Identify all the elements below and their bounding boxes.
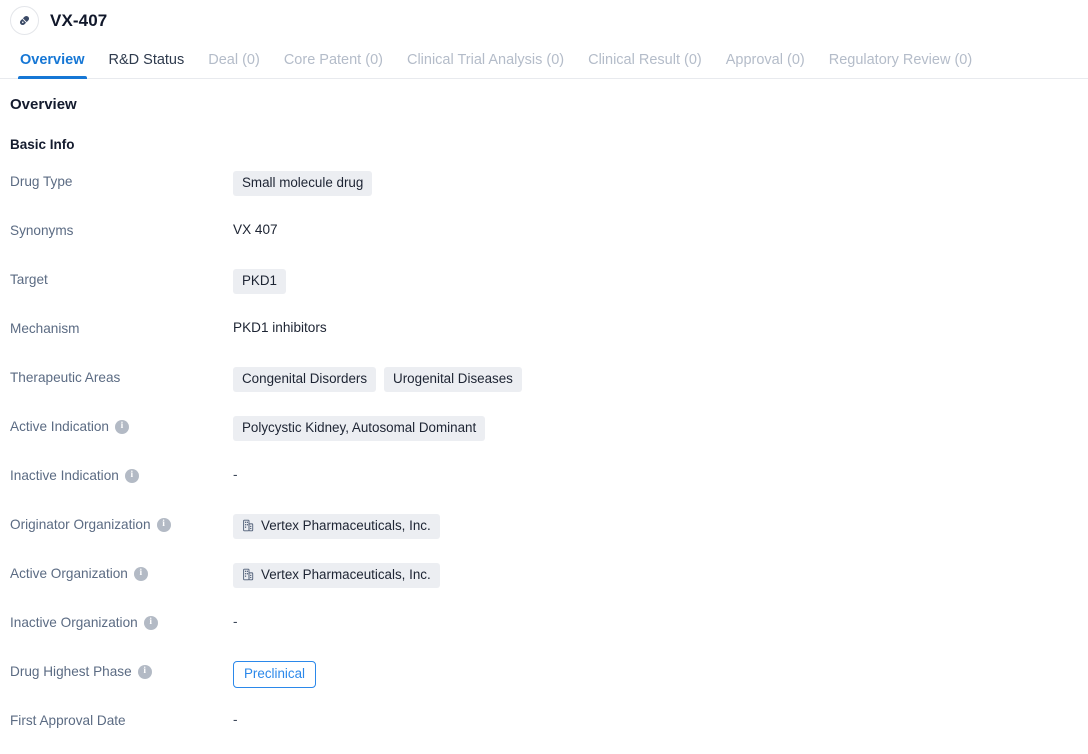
tab-core-patent[interactable]: Core Patent (0) [272,41,395,78]
field-label-therapeutic-areas: Therapeutic Areas [10,367,233,387]
field-row-drug-highest-phase: Drug Highest Phase i Preclinical [10,660,1088,710]
field-label-text-drug-highest-phase: Drug Highest Phase [10,663,132,679]
field-label-drug-type: Drug Type [10,171,233,191]
empty-value: - [233,466,238,482]
field-row-first-approval-date: First Approval Date - [10,710,1088,754]
field-label-inactive-organization: Inactive Organization i [10,612,233,632]
field-row-target: Target PKD1 [10,268,1088,318]
tag-chip[interactable]: Congenital Disorders [233,366,377,392]
field-label-text-active-organization: Active Organization [10,565,128,581]
tab-overview[interactable]: Overview [8,41,97,79]
field-value-drug-type: Small molecule drug [233,170,373,196]
field-value-inactive-indication: - [233,465,238,485]
field-label-text-originator-organization: Originator Organization [10,516,151,532]
field-label-text-active-indication: Active Indication [10,418,109,434]
field-value-first-approval-date: - [233,710,238,730]
field-value-mechanism: PKD1 inhibitors [233,318,327,338]
field-label-text-inactive-organization: Inactive Organization [10,614,138,630]
field-label-first-approval-date: First Approval Date [10,710,233,730]
field-label-text-drug-type: Drug Type [10,173,73,189]
field-text-value: PKD1 inhibitors [233,320,327,335]
field-row-active-organization: Active Organization i Vertex Pharmaceutica… [10,562,1088,612]
field-label-text-therapeutic-areas: Therapeutic Areas [10,369,121,385]
page-header: VX-407 [0,0,1088,41]
field-row-active-indication: Active Indication i Polycystic Kidney, Aut… [10,415,1088,465]
organization-chip[interactable]: Vertex Pharmaceuticals, Inc. [233,513,440,539]
field-value-synonyms: VX 407 [233,220,278,240]
field-value-inactive-organization: - [233,612,238,632]
field-label-active-organization: Active Organization i [10,563,233,583]
tag-chip[interactable]: Polycystic Kidney, Autosomal Dominant [233,415,486,441]
field-label-text-inactive-indication: Inactive Indication [10,467,119,483]
field-value-active-organization: Vertex Pharmaceuticals, Inc. [233,562,440,588]
pill-capsule-icon [10,6,39,35]
tab-clinical-trial-analysis[interactable]: Clinical Trial Analysis (0) [395,41,576,78]
field-label-target: Target [10,269,233,289]
tab-clinical-result[interactable]: Clinical Result (0) [576,41,714,78]
field-row-originator-organization: Originator Organization i Vertex Pharmaceu… [10,513,1088,563]
field-label-text-synonyms: Synonyms [10,222,74,238]
drug-detail-page: VX-407 Overview R&D Status Deal (0) Core… [0,0,1088,754]
tag-chip[interactable]: PKD1 [233,268,286,294]
info-icon[interactable]: i [156,517,171,532]
info-icon[interactable]: i [115,419,129,434]
field-value-originator-organization: Vertex Pharmaceuticals, Inc. [233,513,440,539]
basic-info-list: Drug Type Small molecule drug Synonyms VX 4… [10,170,1088,754]
field-value-active-indication: Polycystic Kidney, Autosomal Dominant [233,415,486,441]
info-icon[interactable]: i [143,615,158,630]
phase-badge[interactable]: Preclinical [233,660,317,688]
field-label-originator-organization: Originator Organization i [10,514,233,534]
organization-chip[interactable]: Vertex Pharmaceuticals, Inc. [233,562,440,588]
tab-rd-status[interactable]: R&D Status [97,41,197,78]
overview-heading: Overview [10,96,77,113]
tab-deal[interactable]: Deal (0) [196,41,272,78]
field-row-synonyms: Synonyms VX 407 [10,220,1088,269]
empty-value: - [233,711,238,727]
tab-regulatory-review[interactable]: Regulatory Review (0) [817,41,984,78]
organization-name: Vertex Pharmaceuticals, Inc. [261,566,431,582]
field-value-drug-highest-phase: Preclinical [233,660,317,688]
field-label-text-first-approval-date: First Approval Date [10,712,126,728]
field-label-inactive-indication: Inactive Indication i [10,465,233,485]
empty-value: - [233,613,238,629]
tag-chip[interactable]: Urogenital Diseases [384,366,522,392]
field-value-therapeutic-areas: Congenital Disorders Urogenital Diseases [233,366,522,392]
basic-info-heading: Basic Info [10,137,75,152]
field-label-active-indication: Active Indication i [10,416,233,436]
field-text-value: VX 407 [233,222,278,237]
info-icon[interactable]: i [124,468,139,483]
building-icon [242,519,255,532]
field-row-drug-type: Drug Type Small molecule drug [10,170,1088,220]
building-icon [242,568,255,581]
field-row-inactive-organization: Inactive Organization i - [10,612,1088,661]
tab-approval[interactable]: Approval (0) [714,41,817,78]
field-label-synonyms: Synonyms [10,220,233,240]
field-label-text-mechanism: Mechanism [10,320,80,336]
field-row-inactive-indication: Inactive Indication i - [10,465,1088,514]
field-value-target: PKD1 [233,268,286,294]
info-icon[interactable]: i [137,664,152,679]
tab-bar: Overview R&D Status Deal (0) Core Patent… [0,41,1088,79]
field-row-therapeutic-areas: Therapeutic Areas Congenital Disorders Uro… [10,366,1088,416]
field-row-mechanism: Mechanism PKD1 inhibitors [10,318,1088,367]
info-icon[interactable]: i [133,566,148,581]
page-title: VX-407 [50,10,108,30]
field-label-mechanism: Mechanism [10,318,233,338]
organization-name: Vertex Pharmaceuticals, Inc. [261,517,431,533]
overview-panel: Overview Basic Info Drug Type Small molec… [0,79,1088,754]
field-label-drug-highest-phase: Drug Highest Phase i [10,661,233,681]
field-label-text-target: Target [10,271,48,287]
tag-chip[interactable]: Small molecule drug [233,170,373,196]
